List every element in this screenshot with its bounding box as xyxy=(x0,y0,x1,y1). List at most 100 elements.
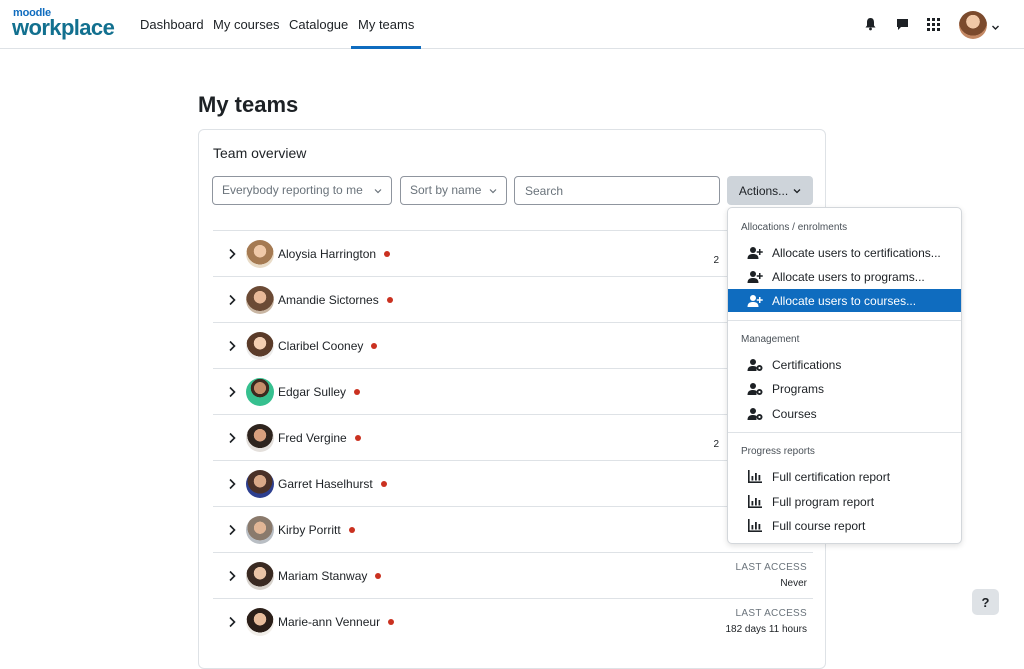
list-item[interactable]: Edgar Sulley xyxy=(213,368,813,414)
menu-item-full-course-report[interactable]: Full course report xyxy=(728,514,961,537)
chevron-right-icon[interactable] xyxy=(225,293,239,307)
chevron-right-icon[interactable] xyxy=(225,431,239,445)
member-name[interactable]: Garret Haselhurst xyxy=(278,477,387,491)
nav-my-teams-label: My teams xyxy=(358,17,415,32)
menu-header-progress-reports: Progress reports xyxy=(741,446,815,457)
moodle-workplace-logo[interactable]: moodle workplace xyxy=(12,7,115,41)
actions-dropdown-menu: Allocations / enrolments Allocate users … xyxy=(727,207,962,544)
reporting-filter-select[interactable]: Everybody reporting to me xyxy=(212,176,392,205)
list-item[interactable]: Garret Haselhurst xyxy=(213,460,813,506)
member-name[interactable]: Claribel Cooney xyxy=(278,339,378,353)
menu-item-label: Full course report xyxy=(772,518,866,533)
logo-line-2: workplace xyxy=(12,15,115,40)
member-name[interactable]: Amandie Sictornes xyxy=(278,293,393,307)
actions-label: Actions... xyxy=(738,183,789,198)
menu-item-label: Full certification report xyxy=(772,469,891,484)
menu-item-label: Certifications xyxy=(772,357,842,372)
avatar xyxy=(246,240,274,268)
status-dot-icon xyxy=(384,250,391,257)
avatar xyxy=(246,470,274,498)
menu-divider xyxy=(728,432,961,433)
list-item[interactable]: Amandie Sictornes xyxy=(213,276,813,322)
list-item[interactable]: Aloysia Harrington 2 xyxy=(213,230,813,276)
avatar xyxy=(246,516,274,544)
last-access-value: 182 days 11 hours xyxy=(725,624,807,635)
list-item[interactable]: Mariam Stanway LAST ACCESS Never xyxy=(213,552,813,598)
chevron-right-icon[interactable] xyxy=(225,247,239,261)
member-name[interactable]: Mariam Stanway xyxy=(278,569,382,583)
chevron-right-icon[interactable] xyxy=(225,385,239,399)
avatar xyxy=(246,332,274,360)
card-title: Team overview xyxy=(213,145,307,161)
chevron-right-icon[interactable] xyxy=(225,615,239,629)
bar-chart-icon xyxy=(747,518,763,534)
chevron-down-icon xyxy=(489,188,497,193)
chevron-right-icon[interactable] xyxy=(225,477,239,491)
list-item[interactable]: Fred Vergine 2 xyxy=(213,414,813,460)
menu-header-allocations: Allocations / enrolments xyxy=(741,222,848,233)
top-navbar: moodle workplace Dashboard My courses Ca… xyxy=(0,0,1024,49)
chevron-right-icon[interactable] xyxy=(225,523,239,537)
last-access-value-partial: 2 xyxy=(713,255,719,266)
list-item[interactable]: Kirby Porritt xyxy=(213,506,813,552)
avatar xyxy=(246,562,274,590)
page-title: My teams xyxy=(198,92,299,117)
menu-item-label: Programs xyxy=(772,381,825,396)
menu-item-allocate-certifications[interactable]: Allocate users to certifications... xyxy=(728,241,961,264)
menu-item-label: Allocate users to courses... xyxy=(772,293,917,308)
member-name[interactable]: Fred Vergine xyxy=(278,431,361,445)
user-menu-chevron-down-icon[interactable] xyxy=(991,19,1000,37)
last-access-value-partial: 2 xyxy=(713,439,719,450)
status-dot-icon xyxy=(354,434,361,441)
list-item[interactable]: Claribel Cooney xyxy=(213,322,813,368)
member-name[interactable]: Edgar Sulley xyxy=(278,385,361,399)
menu-item-certifications[interactable]: Certifications xyxy=(728,353,961,376)
avatar xyxy=(246,424,274,452)
member-name[interactable]: Aloysia Harrington xyxy=(278,247,391,261)
last-access-value: Never xyxy=(780,578,807,589)
avatar xyxy=(246,286,274,314)
chevron-right-icon[interactable] xyxy=(225,569,239,583)
status-dot-icon xyxy=(375,572,382,579)
last-access-label: LAST ACCESS xyxy=(735,608,807,619)
menu-header-management: Management xyxy=(741,334,800,345)
member-name[interactable]: Kirby Porritt xyxy=(278,523,355,537)
chevron-down-icon xyxy=(374,188,382,193)
menu-item-allocate-courses[interactable]: Allocate users to courses... xyxy=(728,289,961,312)
menu-item-label: Full program report xyxy=(772,494,875,509)
status-dot-icon xyxy=(371,342,378,349)
nav-my-courses[interactable]: My courses xyxy=(213,0,279,49)
menu-item-full-program-report[interactable]: Full program report xyxy=(728,490,961,513)
apps-grid-icon[interactable] xyxy=(923,14,943,34)
menu-item-programs[interactable]: Programs xyxy=(728,377,961,400)
chat-icon[interactable] xyxy=(892,14,912,34)
list-item[interactable]: Marie-ann Venneur LAST ACCESS 182 days 1… xyxy=(213,598,813,644)
menu-item-courses[interactable]: Courses xyxy=(728,402,961,425)
user-plus-icon xyxy=(747,293,763,309)
bar-chart-icon xyxy=(747,469,763,485)
sort-value: Sort by name xyxy=(410,183,482,197)
bell-icon[interactable] xyxy=(860,14,880,34)
menu-item-full-certification-report[interactable]: Full certification report xyxy=(728,465,961,488)
user-cog-icon xyxy=(747,357,763,373)
menu-item-label: Allocate users to certifications... xyxy=(772,245,941,260)
nav-catalogue[interactable]: Catalogue xyxy=(289,0,348,49)
nav-dashboard[interactable]: Dashboard xyxy=(140,0,204,49)
user-plus-icon xyxy=(747,269,763,285)
search-input[interactable] xyxy=(514,176,720,205)
menu-item-label: Courses xyxy=(772,406,817,421)
sort-select[interactable]: Sort by name xyxy=(400,176,507,205)
menu-item-allocate-programs[interactable]: Allocate users to programs... xyxy=(728,265,961,288)
member-name[interactable]: Marie-ann Venneur xyxy=(278,615,395,629)
help-button[interactable]: ? xyxy=(972,589,999,615)
chevron-right-icon[interactable] xyxy=(225,339,239,353)
avatar xyxy=(246,378,274,406)
avatar xyxy=(246,608,274,636)
menu-divider xyxy=(728,320,961,321)
nav-my-teams[interactable]: My teams xyxy=(351,0,422,49)
menu-item-label: Allocate users to programs... xyxy=(772,269,925,284)
chevron-down-icon xyxy=(793,188,801,193)
user-avatar[interactable] xyxy=(959,11,987,39)
actions-dropdown-button[interactable]: Actions... xyxy=(727,176,813,205)
bar-chart-icon xyxy=(747,494,763,510)
